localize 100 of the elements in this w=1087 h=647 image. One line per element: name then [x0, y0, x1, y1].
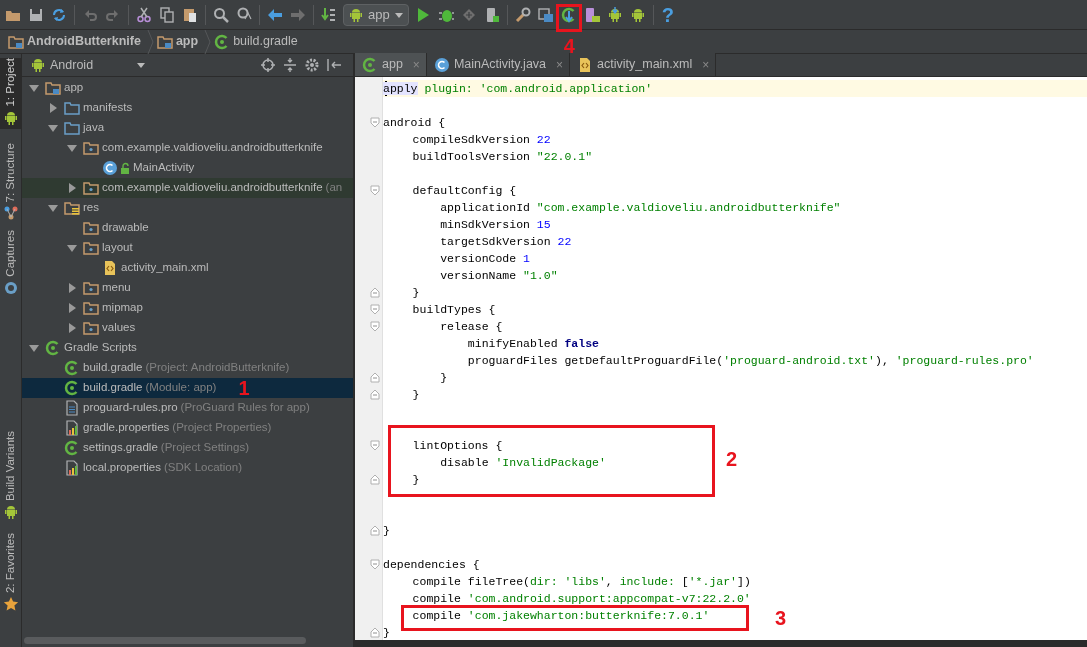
chevron-separator-icon [146, 29, 154, 54]
callout-number: 1 [238, 378, 250, 398]
code-line: disable 'InvalidPackage' [440, 454, 606, 471]
structure-icon [2, 205, 19, 222]
tree-row[interactable]: com.example.valdioveliu.androidbutterknife (an [22, 178, 353, 198]
code-line: } [440, 369, 448, 386]
tree-row[interactable]: menu [22, 278, 353, 298]
callout-number: 4 [563, 35, 575, 56]
item-label: res [83, 200, 99, 216]
tool-window-tab[interactable]: Captures [0, 230, 24, 277]
tree-row[interactable]: build.gradle (Project: AndroidButterknife) [22, 358, 353, 378]
close-tab-button[interactable]: × [702, 55, 710, 74]
android-icon [348, 6, 364, 23]
tree-row[interactable]: Gradle Scripts [22, 338, 353, 358]
item-label: com.example.valdioveliu.androidbutterknife [102, 180, 323, 196]
item-hint: (Project: AndroidButterknife) [145, 360, 290, 376]
item-label: gradle.properties [83, 420, 170, 436]
run-configuration-dropdown[interactable]: app [343, 3, 409, 26]
android-download-icon [606, 6, 623, 23]
module-folder-icon [45, 80, 61, 96]
breadcrumb-link[interactable]: build.gradle [233, 32, 298, 51]
collapse-all-icon [282, 57, 298, 73]
close-tab-button[interactable]: × [556, 55, 564, 74]
hide-panel-icon [326, 57, 342, 73]
class-icon [433, 56, 450, 73]
item-label: build.gradle [83, 360, 143, 376]
copy-button[interactable] [158, 4, 176, 25]
android-icon [2, 503, 19, 520]
package-folder-icon [83, 180, 99, 196]
code-line: release { [440, 318, 503, 335]
item-label: layout [102, 240, 133, 256]
code-line: } [383, 624, 390, 640]
breadcrumb-link[interactable]: app [175, 32, 199, 51]
tool-window-tab[interactable]: 2: Favorites [0, 532, 24, 593]
code-line: } [412, 386, 420, 403]
tree-row[interactable]: res [22, 198, 353, 218]
item-hint: (Project Properties) [172, 420, 272, 436]
code-line: lintOptions { [412, 437, 503, 454]
tree-row[interactable]: activity_main.xml [22, 258, 353, 278]
tool-window-tab[interactable]: Build Variants [0, 430, 24, 501]
item-label: menu [102, 280, 131, 296]
gradle-icon [45, 340, 61, 356]
callout-number: 3 [775, 608, 787, 628]
gradle-icon [362, 56, 378, 73]
code-line: applicationId "com.example.valdioveliu.androidbutterknife" [440, 199, 841, 216]
package-folder-icon [83, 140, 99, 156]
view-selector[interactable]: Android [50, 55, 146, 75]
editor-tab[interactable]: app × [355, 53, 427, 76]
tool-window-tab[interactable]: 1: Project [0, 58, 24, 107]
tree-row[interactable]: settings.gradle (Project Settings) [22, 438, 353, 458]
chevron-separator-icon [204, 29, 212, 54]
item-label: drawable [102, 220, 149, 236]
sync-icon [51, 6, 67, 23]
lock-icon [120, 162, 130, 174]
android-icon [629, 6, 646, 23]
module-folder-icon [8, 33, 24, 50]
tree-row[interactable]: com.example.valdioveliu.androidbutterknife [22, 138, 353, 158]
item-label: manifests [83, 100, 133, 116]
code-line: compile 'com.jakewharton:butterknife:7.0.1' [412, 607, 710, 624]
code-line: versionCode 1 [440, 250, 530, 267]
tree-row[interactable]: gradle.properties (Project Properties) [22, 418, 353, 438]
scrollbar[interactable] [24, 636, 306, 644]
item-label: build.gradle [83, 380, 143, 396]
item-label: activity_main.xml [121, 260, 209, 276]
save-icon [28, 6, 44, 23]
code-line: } [383, 522, 390, 539]
editor-tab[interactable]: MainActivity.java × [426, 53, 571, 76]
forward-arrow-icon [290, 6, 306, 23]
item-hint: (SDK Location) [164, 460, 242, 476]
module-folder-icon [156, 33, 173, 50]
item-hint: (Project Settings) [160, 440, 249, 456]
help-button[interactable]: ? [659, 4, 676, 25]
tree-row[interactable]: local.properties (SDK Location) [22, 458, 353, 478]
tree-row[interactable]: manifests [22, 98, 353, 118]
tree-row[interactable]: drawable [22, 218, 353, 238]
item-label: app [64, 80, 84, 96]
item-hint: (Module: app) [145, 380, 217, 396]
tree-row[interactable]: MainActivity [22, 158, 353, 178]
tree-row[interactable]: app [22, 78, 353, 98]
code-line: } [412, 284, 420, 301]
tree-row[interactable]: build.gradle (Module: app) 1 [22, 378, 353, 398]
cut-icon [136, 6, 152, 23]
tree-row[interactable]: proguard-rules.pro (ProGuard Rules for app) [22, 398, 353, 418]
settings-icon [304, 57, 320, 73]
tree-row[interactable]: values [22, 318, 353, 338]
gradle-icon [64, 360, 80, 376]
camera-icon [2, 279, 19, 296]
class-icon [102, 160, 118, 176]
tool-window-tab[interactable]: 7: Structure [0, 142, 24, 203]
target-icon [260, 57, 276, 73]
code-line: minifyEnabled false [467, 335, 599, 352]
code-line: proguardFiles getDefaultProguardFile('proguard-android.txt'), 'proguard-rules.pro' [467, 352, 1034, 369]
caret-icon [136, 61, 146, 69]
item-label: com.example.valdioveliu.androidbutterknife [102, 140, 323, 156]
tree-row[interactable]: mipmap [22, 298, 353, 318]
tree-row[interactable]: java [22, 118, 353, 138]
caret-icon [393, 10, 404, 19]
tree-row[interactable]: layout [22, 238, 353, 258]
editor-tab[interactable]: activity_main.xml × [570, 53, 717, 76]
breadcrumb-link[interactable]: AndroidButterknife [27, 32, 141, 51]
